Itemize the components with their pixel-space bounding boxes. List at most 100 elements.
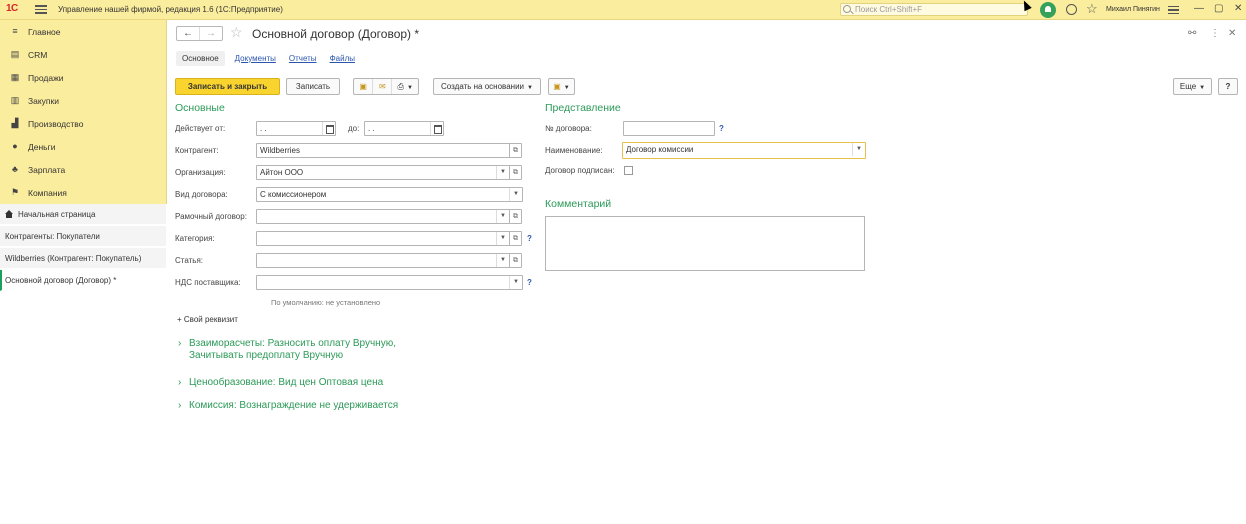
close-icon[interactable]: ✕ — [1234, 3, 1242, 14]
history-icon[interactable] — [1066, 4, 1077, 15]
comment-textarea[interactable] — [545, 216, 865, 271]
app-title: Управление нашей фирмой, редакция 1.6 (1… — [58, 5, 283, 14]
link-icon[interactable]: ⚯ — [1188, 28, 1196, 39]
open-window-contract[interactable]: Основной договор (Договор) * — [0, 270, 166, 291]
open-item-icon[interactable]: ⧉ — [509, 231, 522, 246]
sidebar-item-company[interactable]: ⚑ Компания — [0, 182, 167, 204]
open-window-label: Контрагенты: Покупатели — [5, 232, 100, 241]
title-bar: 1С Управление нашей фирмой, редакция 1.6… — [0, 0, 1246, 20]
tab-files[interactable]: Файлы — [330, 51, 355, 66]
sidebar-item-label: Производство — [28, 119, 84, 129]
user-name[interactable]: Михаил Пинягин — [1106, 6, 1160, 13]
sidebar-item-purchases[interactable]: ▥ Закупки — [0, 90, 167, 112]
maximize-icon[interactable]: ▢ — [1214, 3, 1223, 14]
more-label: Еще — [1179, 82, 1197, 91]
help-question-icon[interactable]: ? — [527, 234, 532, 243]
email-icon[interactable]: ✉ — [373, 79, 393, 94]
chevron-right-icon: › — [178, 338, 182, 349]
section-basic-title: Основные — [175, 102, 225, 114]
chevron-down-icon[interactable]: ▼ — [496, 232, 509, 245]
history-nav: ← → — [176, 26, 223, 41]
organization-field[interactable]: Айтон ООО ▼ — [256, 165, 510, 180]
close-form-icon[interactable]: ✕ — [1228, 28, 1236, 39]
expander-line: Ценообразование: Вид цен Оптовая цена — [189, 377, 384, 388]
valid-to-value: . . — [368, 124, 375, 133]
pricing-expander[interactable]: › Ценообразование: Вид цен Оптовая цена — [178, 377, 384, 389]
sidebar-item-crm[interactable]: ▤ CRM — [0, 44, 167, 66]
forward-arrow-icon[interactable]: → — [199, 27, 222, 40]
settings-icon[interactable] — [1168, 4, 1179, 15]
production-icon: ▟ — [11, 118, 19, 128]
structure-icon[interactable]: ▣ — [354, 79, 374, 94]
tab-main[interactable]: Основное — [176, 50, 225, 66]
tab-documents[interactable]: Документы — [235, 51, 276, 66]
sidebar-item-main[interactable]: ≡ Главное — [0, 21, 167, 43]
open-item-icon[interactable]: ⧉ — [509, 253, 522, 268]
tab-reports[interactable]: Отчеты — [289, 51, 317, 66]
chevron-down-icon[interactable]: ▼ — [496, 210, 509, 223]
open-window-home[interactable]: Начальная страница — [0, 204, 166, 225]
create-based-on-button[interactable]: Создать на основании ▼ — [433, 78, 541, 95]
chevron-down-icon[interactable]: ▼ — [496, 254, 509, 267]
add-own-attribute-button[interactable]: + Свой реквизит — [177, 315, 238, 324]
category-field[interactable]: ▼ — [256, 231, 510, 246]
search-placeholder: Поиск Ctrl+Shift+F — [855, 5, 923, 14]
open-item-icon[interactable]: ⧉ — [509, 143, 522, 158]
sidebar-item-label: CRM — [28, 50, 48, 60]
open-window-label: Начальная страница — [18, 210, 96, 219]
calendar-icon[interactable] — [430, 122, 443, 135]
favorite-star-icon[interactable]: ☆ — [230, 24, 243, 41]
chevron-down-icon[interactable]: ▼ — [852, 143, 865, 156]
sidebar-item-money[interactable]: ● Деньги — [0, 136, 167, 158]
save-and-close-button[interactable]: Записать и закрыть — [175, 78, 280, 95]
open-window-wildberries[interactable]: Wildberries (Контрагент: Покупатель) — [0, 248, 166, 269]
chevron-down-icon[interactable]: ▼ — [496, 166, 509, 179]
contract-name-field[interactable]: Договор комиссии ▼ — [622, 142, 866, 159]
save-button[interactable]: Записать — [286, 78, 340, 95]
more-vertical-icon[interactable]: ⋮ — [1210, 28, 1220, 39]
main-form: ← → ☆ Основной договор (Договор) * ⚯ ⋮ ✕… — [168, 20, 1246, 524]
vat-hint: По умолчанию: не установлено — [271, 298, 381, 307]
sidebar-item-label: Продажи — [28, 73, 64, 83]
purchases-icon: ▥ — [10, 95, 20, 105]
sidebar-item-production[interactable]: ▟ Производство — [0, 113, 167, 135]
open-window-counterparties[interactable]: Контрагенты: Покупатели — [0, 226, 166, 247]
contract-signed-checkbox[interactable] — [624, 166, 633, 175]
commission-expander[interactable]: › Комиссия: Вознаграждение не удерживает… — [178, 400, 398, 412]
more-button[interactable]: Еще ▼ — [1173, 78, 1212, 95]
calendar-icon[interactable] — [322, 122, 335, 135]
open-item-icon[interactable]: ⧉ — [509, 209, 522, 224]
print-icon[interactable]: ⎙ ▼ — [392, 79, 418, 94]
frame-contract-field[interactable]: ▼ — [256, 209, 510, 224]
sidebar-item-sales[interactable]: ▦ Продажи — [0, 67, 167, 89]
valid-to-field[interactable]: . . — [364, 121, 444, 136]
notifications-icon[interactable] — [1040, 2, 1056, 18]
help-question-icon[interactable]: ? — [719, 124, 724, 133]
minimize-icon[interactable]: — — [1194, 3, 1204, 14]
chevron-down-icon[interactable]: ▼ — [509, 188, 522, 201]
sales-icon: ▦ — [10, 72, 20, 82]
contract-type-field[interactable]: С комиссионером ▼ — [256, 187, 523, 202]
create-based-on-label: Создать на основании — [441, 82, 525, 91]
global-search-input[interactable]: Поиск Ctrl+Shift+F — [840, 3, 1028, 16]
vat-field[interactable]: ▼ — [256, 275, 523, 290]
expander-line: Зачитывать предоплату Вручную — [189, 350, 344, 361]
help-button[interactable]: ? — [1218, 78, 1238, 95]
contract-number-field[interactable] — [623, 121, 715, 136]
contract-name-value: Договор комиссии — [626, 145, 694, 154]
valid-from-field[interactable]: . . — [256, 121, 336, 136]
help-question-icon[interactable]: ? — [527, 278, 532, 287]
chevron-down-icon[interactable]: ▼ — [509, 276, 522, 289]
article-field[interactable]: ▼ — [256, 253, 510, 268]
counterparty-field[interactable]: Wildberries — [256, 143, 510, 158]
open-item-icon[interactable]: ⧉ — [509, 165, 522, 180]
main-menu-icon[interactable] — [35, 3, 47, 15]
sidebar-item-salary[interactable]: ♣ Зарплата — [0, 159, 167, 181]
favorites-icon[interactable]: ☆ — [1086, 1, 1098, 17]
settlements-expander[interactable]: › Взаиморасчеты: Разносить оплату Вручну… — [178, 338, 396, 362]
sidebar-item-label: Главное — [28, 27, 61, 37]
sidebar: ≡ Главное ▤ CRM ▦ Продажи ▥ Закупки ▟ Пр… — [0, 20, 167, 524]
open-window-label: Wildberries (Контрагент: Покупатель) — [5, 254, 142, 263]
attachments-icon[interactable]: ▣ ▼ — [548, 78, 575, 95]
back-arrow-icon[interactable]: ← — [177, 27, 199, 40]
